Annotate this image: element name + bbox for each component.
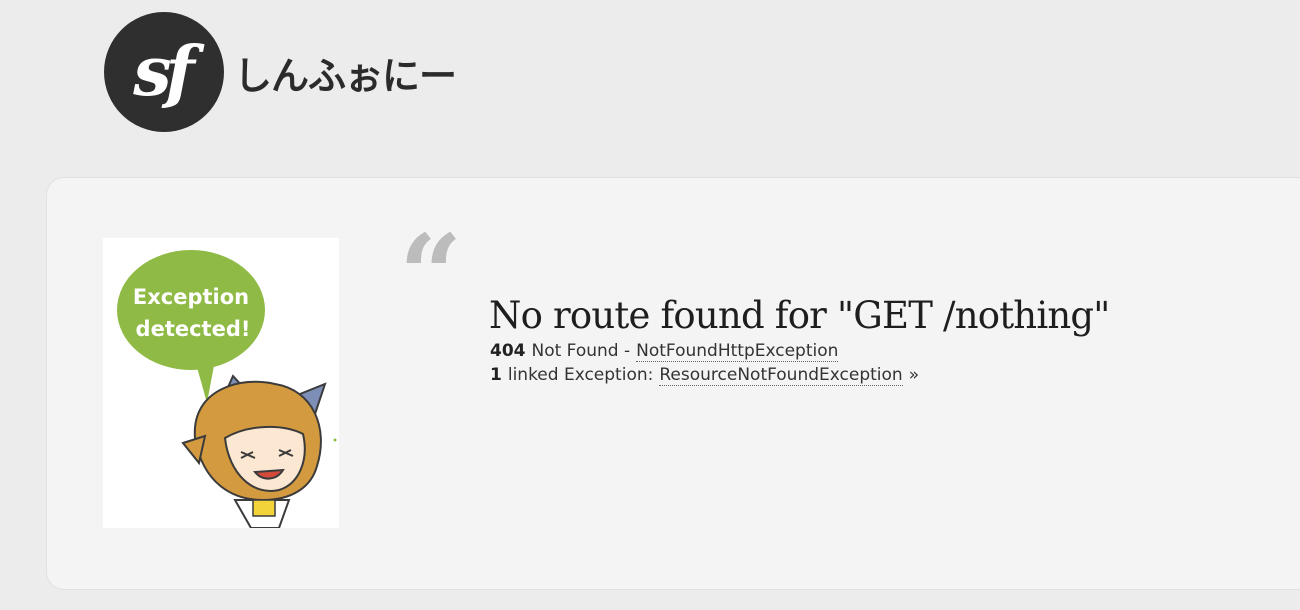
mascot-image: Exception detected! xyxy=(117,250,337,529)
status-line: 404 Not Found - NotFoundHttpException xyxy=(490,341,839,362)
status-code: 404 xyxy=(490,341,526,361)
linked-count: 1 xyxy=(490,365,502,385)
bubble-text-2: detected! xyxy=(136,317,251,341)
linked-exception-link[interactable]: ResourceNotFoundException xyxy=(659,365,903,386)
bubble-text-1: Exception xyxy=(133,285,249,309)
linked-exception-line: 1 linked Exception: ResourceNotFoundExcept… xyxy=(490,365,919,386)
symfony-logo[interactable]: sf しんふぉにー xyxy=(104,10,457,134)
exception-illustration: Exception detected! xyxy=(103,238,339,529)
exception-card: Exception detected! “ No route found for… xyxy=(46,177,1300,590)
sf-logo-mark: sf xyxy=(133,32,194,112)
status-text: Not Found - xyxy=(531,341,631,361)
logo-text: しんふぉにー xyxy=(234,53,457,98)
linked-label: linked Exception: xyxy=(507,365,654,385)
error-title: No route found for "GET /nothing" xyxy=(489,294,1110,337)
exception-class-link[interactable]: NotFoundHttpException xyxy=(636,341,839,362)
sf-logo-icon: sf xyxy=(104,12,224,132)
quote-icon: “ xyxy=(399,210,463,339)
toggle-arrow[interactable]: » xyxy=(909,365,919,385)
